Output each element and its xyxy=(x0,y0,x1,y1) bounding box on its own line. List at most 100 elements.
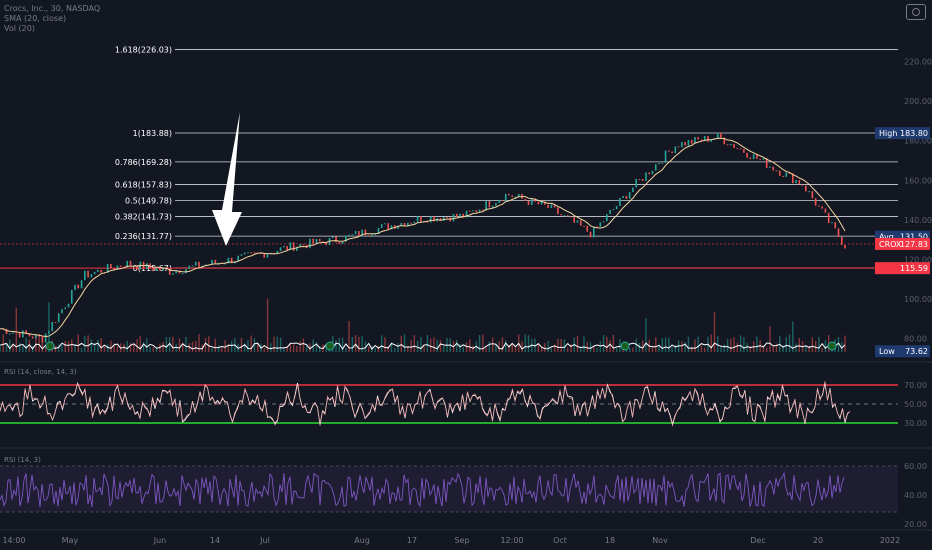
volume-bar xyxy=(485,347,487,352)
volume-bar xyxy=(133,344,135,352)
volume-bar xyxy=(178,338,181,352)
volume-bar xyxy=(664,337,667,352)
volume-bar xyxy=(645,318,647,352)
volume-bar xyxy=(730,338,732,352)
arrow-annotation-icon xyxy=(212,112,242,246)
volume-bar xyxy=(589,342,592,352)
volume-bar xyxy=(726,339,729,352)
price-candle xyxy=(250,252,253,254)
price-axis-tick: 200.00 xyxy=(904,97,932,106)
time-axis-label: Nov xyxy=(652,536,668,545)
price-candle xyxy=(194,261,197,266)
volume-bar xyxy=(491,337,494,352)
price-candle xyxy=(814,198,817,206)
volume-bar xyxy=(739,335,742,352)
volume-bar xyxy=(266,298,269,352)
volume-bar xyxy=(566,347,569,352)
price-candle xyxy=(452,213,455,222)
price-axis-tick: 140.00 xyxy=(904,216,932,225)
volume-bar xyxy=(185,336,187,352)
volume-bar xyxy=(596,347,598,352)
time-axis-label: 12:00 xyxy=(500,536,523,545)
volume-bar xyxy=(668,337,670,352)
volume-bar xyxy=(129,342,132,352)
price-candle xyxy=(61,309,63,314)
price-candle xyxy=(292,242,295,251)
volume-bar xyxy=(110,340,112,352)
volume-bar xyxy=(655,337,657,352)
price-candle xyxy=(638,178,641,180)
price-candle xyxy=(547,204,549,209)
rsi-axis-tick: 70.00 xyxy=(904,381,927,390)
volume-bar xyxy=(469,339,471,352)
price-candle xyxy=(517,193,520,197)
price-candle xyxy=(67,303,70,308)
chart-canvas[interactable]: 220.00200.00180.00160.00140.00120.00100.… xyxy=(0,0,932,550)
volume-bar xyxy=(482,334,484,352)
price-candle xyxy=(146,263,148,270)
volume-bar xyxy=(276,336,279,352)
volume-bar xyxy=(420,337,422,352)
volume-bar xyxy=(824,339,827,352)
price-candle xyxy=(648,172,651,175)
volume-bar xyxy=(400,335,402,352)
price-candle xyxy=(185,268,187,274)
volume-bar xyxy=(165,336,168,352)
volume-bar xyxy=(772,345,774,352)
volume-bar xyxy=(710,334,712,352)
fib-level-label: 0.236(131.77) xyxy=(115,232,172,241)
volume-bar xyxy=(103,346,106,352)
volume-bar xyxy=(658,345,660,352)
price-candle xyxy=(446,217,448,219)
volume-bar xyxy=(524,334,526,352)
volume-bar xyxy=(527,335,530,352)
volume-bar xyxy=(632,347,634,352)
price-candle xyxy=(501,200,504,202)
price-badge-value: 127.83 xyxy=(900,240,928,249)
volume-bar xyxy=(606,336,608,352)
volume-bar xyxy=(211,347,213,352)
price-candle xyxy=(844,244,846,249)
price-candle xyxy=(681,141,683,148)
price-candle xyxy=(5,328,8,335)
price-candle xyxy=(628,192,631,199)
volume-bar xyxy=(394,347,396,352)
price-axis-tick: 100.00 xyxy=(904,295,932,304)
volume-bar xyxy=(429,338,432,352)
volume-bar xyxy=(302,338,305,352)
price-candle xyxy=(762,158,765,160)
time-axis-label: Dec xyxy=(750,536,765,545)
price-candle xyxy=(537,201,540,205)
price-candle xyxy=(410,222,412,224)
volume-bar xyxy=(381,335,383,352)
price-candle xyxy=(612,209,615,211)
price-candle xyxy=(524,198,527,201)
price-candle xyxy=(707,135,709,142)
price-candle xyxy=(482,209,484,211)
price-candle xyxy=(22,330,24,338)
volume-bar xyxy=(22,346,24,352)
volume-bar xyxy=(681,341,683,352)
price-candle xyxy=(491,205,494,208)
price-candle xyxy=(749,157,752,160)
price-candle xyxy=(573,217,576,223)
volume-bar xyxy=(230,341,233,352)
price-axis-tick: 220.00 xyxy=(904,58,932,67)
volume-bar xyxy=(341,337,344,352)
volume-bar xyxy=(583,336,585,352)
volume-bar xyxy=(635,338,637,352)
price-candle xyxy=(824,208,827,213)
price-candle xyxy=(331,236,334,238)
price-candle xyxy=(827,212,830,224)
volume-bar xyxy=(146,338,148,352)
volume-bar xyxy=(263,347,265,352)
price-candle xyxy=(602,221,605,223)
price-candle xyxy=(834,222,837,229)
volume-bar xyxy=(423,346,425,352)
price-axis-tick: 160.00 xyxy=(904,176,932,185)
price-candle xyxy=(18,332,21,338)
volume-bar xyxy=(563,339,566,352)
price-candle xyxy=(560,214,562,216)
price-candle xyxy=(44,333,47,343)
volume-bar xyxy=(84,336,86,352)
